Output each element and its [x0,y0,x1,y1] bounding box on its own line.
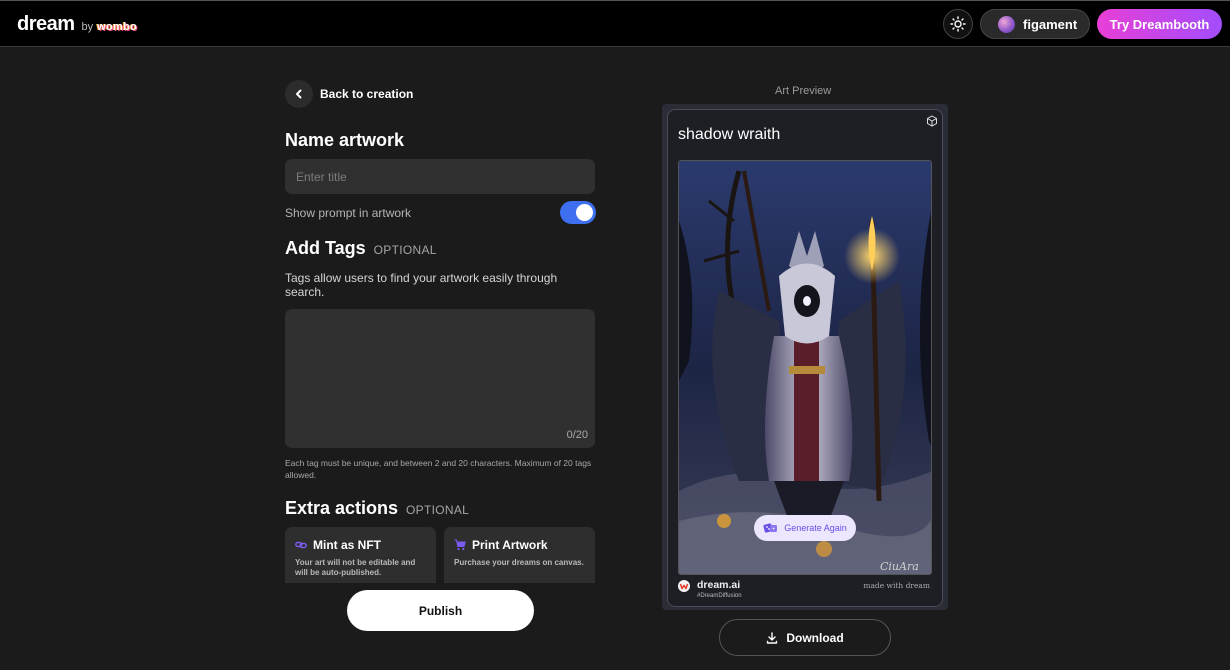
dice-icon [763,522,779,534]
publish-button[interactable]: Publish [347,590,534,631]
theme-toggle-button[interactable] [943,9,973,39]
download-icon [766,631,778,644]
made-with-dream: made with dream [863,581,930,590]
wraith-illustration [679,161,931,574]
mint-nft-card[interactable]: Mint as NFT Your art will not be editabl… [285,527,436,583]
brand-hashtag: #DreamDiffusion [697,593,742,599]
tags-input[interactable]: 0/20 [285,309,595,448]
art-preview-label: Art Preview [775,85,832,97]
tags-rules-note: Each tag must be unique, and between 2 a… [285,458,592,480]
download-button[interactable]: Download [719,619,891,656]
cube-icon[interactable] [925,114,939,128]
cart-icon [454,539,466,551]
toggle-knob [576,204,593,221]
artwork-title: shadow wraith [678,126,781,143]
extra-actions-heading: Extra actions OPTIONAL [285,498,469,519]
mint-nft-description: Your art will not be editable and will b… [295,558,416,577]
add-tags-heading: Add Tags OPTIONAL [285,238,437,259]
user-profile-button[interactable]: figament [980,9,1090,39]
print-artwork-description: Purchase your dreams on canvas. [454,558,584,567]
show-prompt-label: Show prompt in artwork [285,206,412,220]
tags-optional-label: OPTIONAL [373,243,437,257]
mint-nft-title: Mint as NFT [313,538,381,552]
artwork-image [678,160,932,575]
back-to-creation-link[interactable]: Back to creation [320,87,413,101]
title-input[interactable] [285,159,595,194]
name-artwork-heading: Name artwork [285,130,405,150]
generate-again-label: Generate Again [784,523,847,533]
link-icon [295,539,307,551]
avatar [998,15,1015,33]
wombo-brand: wombo [97,21,138,33]
generate-again-button[interactable]: Generate Again [754,515,856,541]
logo-by-text: by [81,21,94,33]
top-navbar: dream by wombo figament Try Dreambooth [0,0,1230,47]
print-artwork-card[interactable]: Print Artwork Purchase your dreams on ca… [444,527,595,583]
extra-optional-label: OPTIONAL [406,503,470,517]
tag-counter: 0/20 [566,429,588,441]
extra-actions-title: Extra actions [285,498,399,518]
add-tags-title: Add Tags [285,238,366,258]
brand-name: dream.ai [697,579,741,591]
chevron-left-icon [296,89,302,99]
sun-icon [950,16,966,32]
user-name: figament [1023,16,1078,32]
back-button[interactable] [285,80,313,108]
tags-description: Tags allow users to find your artwork ea… [285,271,558,299]
card-footer: dream.ai #DreamDiffusion made with dream [678,578,932,602]
try-dreambooth-button[interactable]: Try Dreambooth [1097,9,1222,39]
show-prompt-toggle[interactable] [560,201,596,224]
artist-signature: CiuAra [880,560,919,573]
dream-logo[interactable]: dream by wombo [17,13,137,36]
wombo-logo-icon [678,580,690,592]
download-label: Download [786,630,844,645]
logo-wordmark: dream [17,13,75,35]
print-artwork-title: Print Artwork [472,538,548,552]
